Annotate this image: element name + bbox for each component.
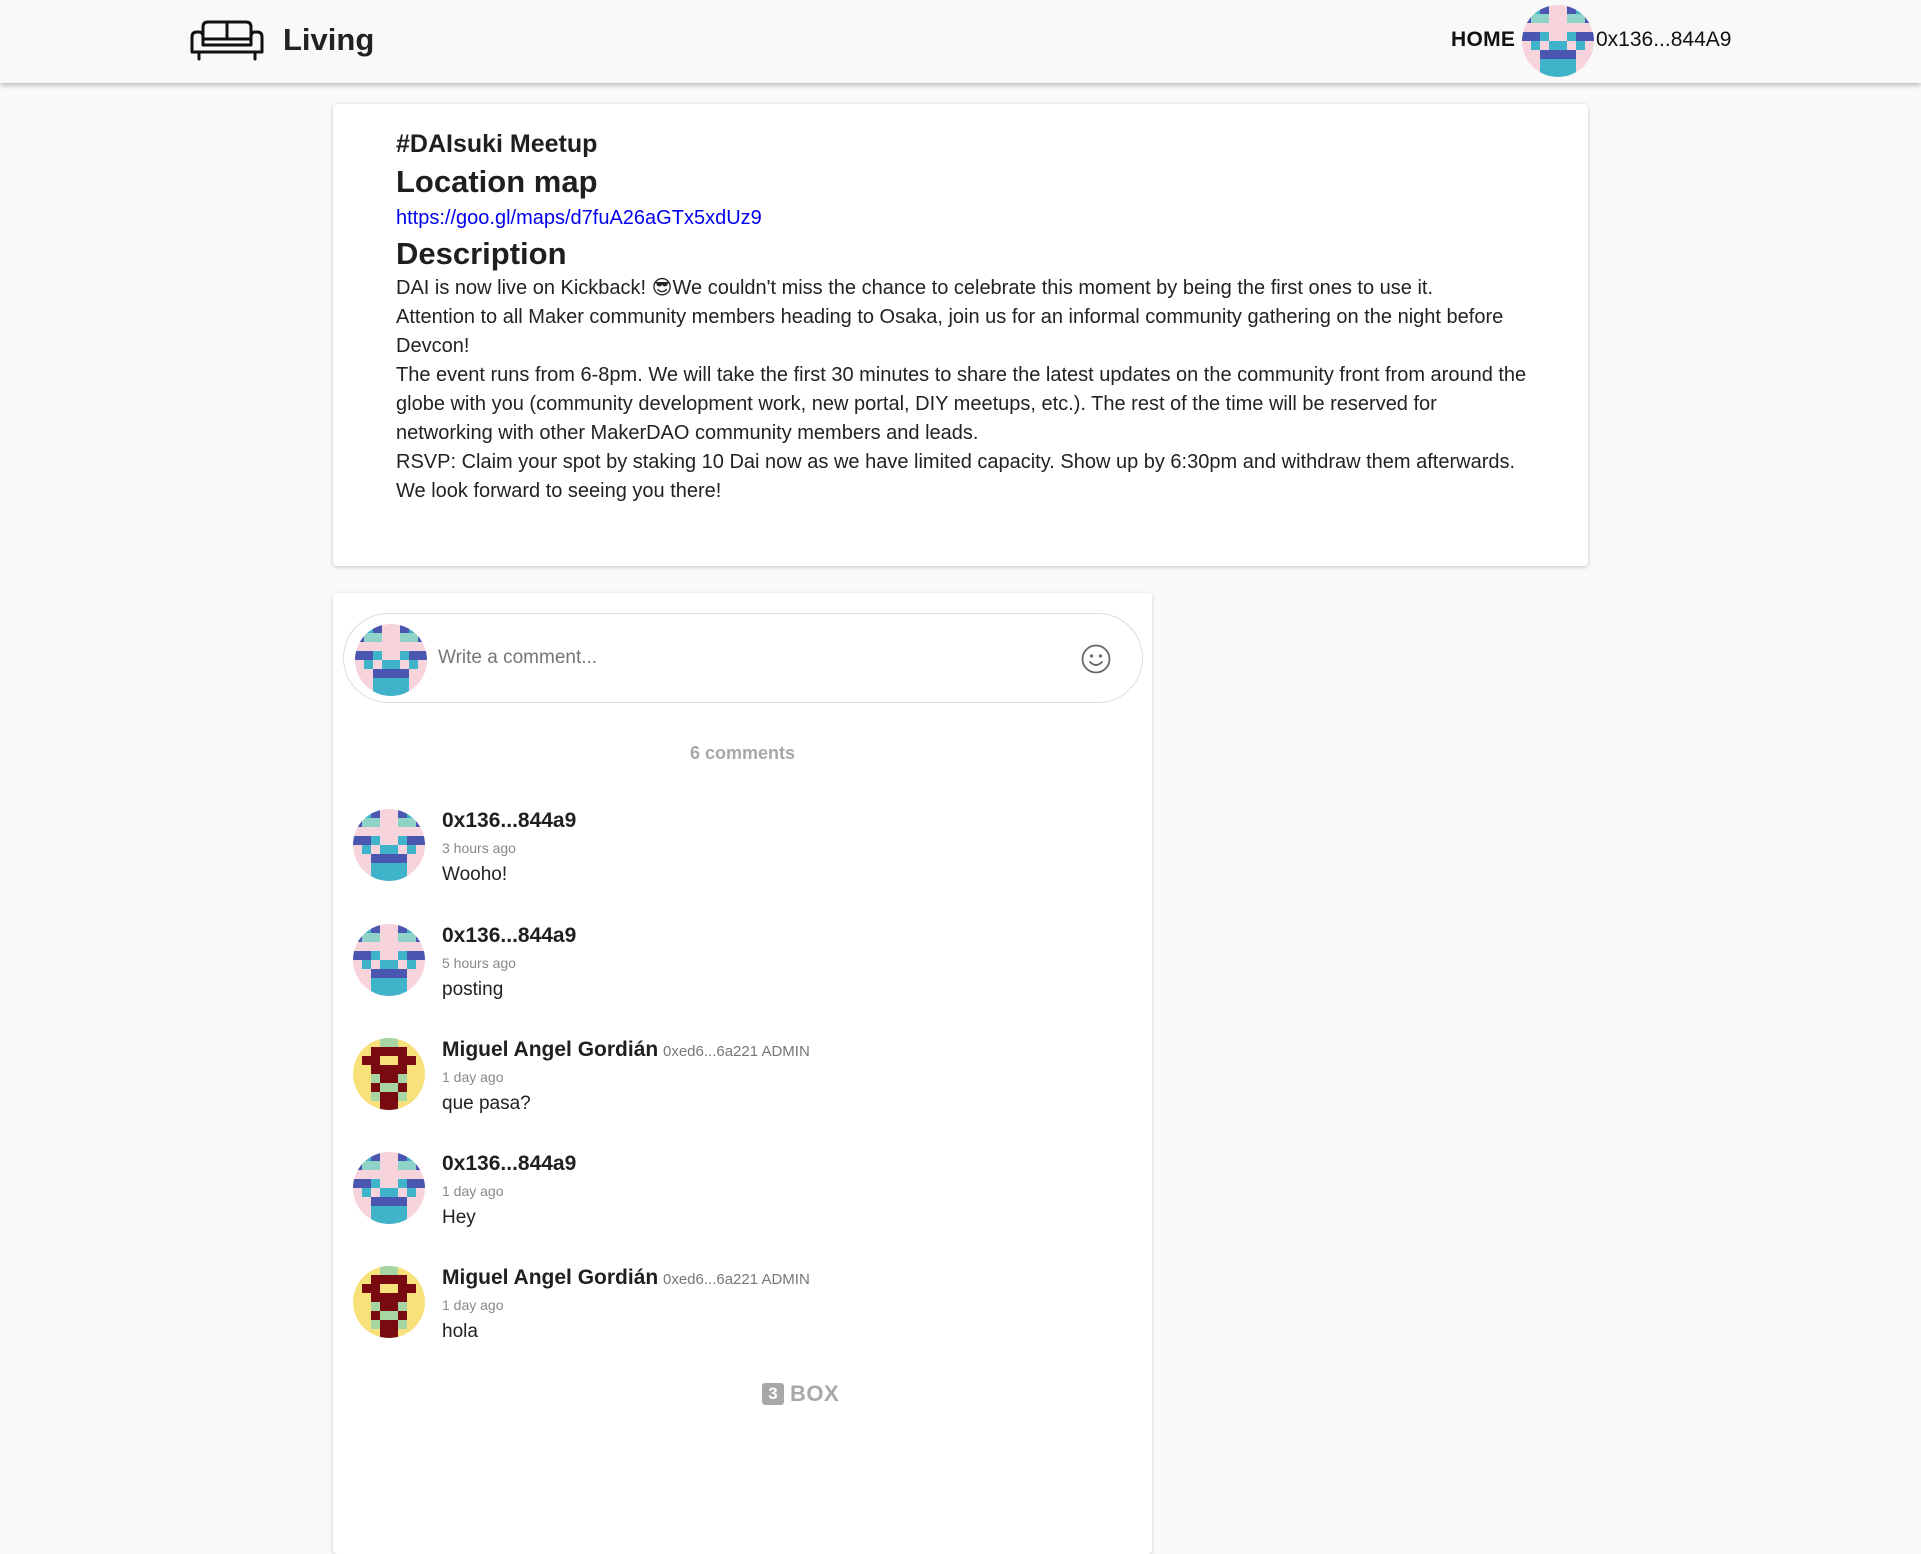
comment-author-avatar[interactable]: [353, 1038, 425, 1110]
user-address[interactable]: 0x136...844A9: [1596, 28, 1731, 52]
comment-item: Miguel Angel Gordián 0xed6...6a221 ADMIN…: [353, 1038, 1133, 1138]
admin-badge: ADMIN: [761, 1271, 810, 1288]
location-map-heading: Location map: [396, 164, 598, 199]
comment-count: 6 comments: [689, 743, 796, 763]
comment-time: 1 day ago: [442, 1297, 504, 1313]
sofa-icon[interactable]: [189, 19, 265, 63]
event-details-card: #DAIsuki Meetup Location map https://goo…: [333, 104, 1588, 566]
comment-author[interactable]: Miguel Angel Gordián: [442, 1038, 658, 1062]
location-map-link[interactable]: https://goo.gl/maps/d7fuA26aGTx5xdUz9: [396, 202, 762, 234]
comment-item: 0x136...844a9 3 hours ago Wooho!: [353, 809, 1133, 909]
event-description: DAI is now live on Kickback! 😎We couldn'…: [396, 274, 1536, 506]
comment-item: 0x136...844a9 1 day ago Hey: [353, 1152, 1133, 1252]
comment-author[interactable]: 0x136...844a9: [442, 924, 576, 948]
comment-author[interactable]: Miguel Angel Gordián: [442, 1266, 658, 1290]
comment-author-address: 0xed6...6a221: [663, 1271, 759, 1288]
comment-item: Miguel Angel Gordián 0xed6...6a221 ADMIN…: [353, 1266, 1133, 1366]
3box-brand-link[interactable]: 3 BOX: [762, 1381, 839, 1407]
comment-input[interactable]: [438, 638, 1038, 678]
comment-composer: [343, 613, 1143, 703]
comment-body: que pasa?: [442, 1093, 531, 1114]
description-heading: Description: [396, 236, 567, 271]
top-app-bar: Living HOME 0x136...844A9: [0, 0, 1921, 83]
comment-author-avatar[interactable]: [353, 924, 425, 996]
comment-author[interactable]: 0x136...844a9: [442, 809, 576, 833]
comment-author-meta: 0xed6...6a221 ADMIN: [663, 1271, 810, 1288]
3box-logo-icon: 3: [762, 1383, 784, 1405]
3box-brand-text: BOX: [790, 1381, 840, 1406]
comment-body: posting: [442, 979, 504, 1000]
comment-body: Hey: [442, 1207, 476, 1228]
comment-body: Wooho!: [442, 864, 508, 885]
comment-time: 1 day ago: [442, 1069, 504, 1085]
description-paragraph: We look forward to seeing you there!: [396, 480, 722, 502]
description-paragraph: RSVP: Claim your spot by staking 10 Dai …: [396, 451, 1516, 473]
event-title: #DAIsuki Meetup: [396, 130, 598, 158]
description-paragraph: DAI is now live on Kickback! 😎We couldn'…: [396, 277, 1434, 299]
comment-time: 5 hours ago: [442, 955, 516, 971]
comment-item: 0x136...844a9 5 hours ago posting: [353, 924, 1133, 1024]
comment-author-address: 0xed6...6a221: [663, 1043, 759, 1060]
description-paragraph: Attention to all Maker community members…: [396, 306, 1504, 357]
description-paragraph: The event runs from 6-8pm. We will take …: [396, 364, 1527, 444]
comment-author-avatar[interactable]: [353, 809, 425, 881]
comment-author-avatar[interactable]: [353, 1266, 425, 1338]
comment-body: hola: [442, 1321, 478, 1342]
user-avatar[interactable]: [1522, 5, 1594, 77]
smiley-icon[interactable]: [1080, 643, 1112, 675]
nav-home-link[interactable]: HOME: [1451, 28, 1515, 52]
comment-time: 3 hours ago: [442, 840, 516, 856]
comment-author[interactable]: 0x136...844a9: [442, 1152, 576, 1176]
comment-time: 1 day ago: [442, 1183, 504, 1199]
comment-author-avatar[interactable]: [353, 1152, 425, 1224]
composer-avatar: [355, 624, 427, 696]
comments-panel: 6 comments 0x136...844a9 3 hours ago Woo…: [333, 593, 1152, 1554]
app-name[interactable]: Living: [283, 22, 374, 58]
comment-author-meta: 0xed6...6a221 ADMIN: [663, 1043, 810, 1060]
admin-badge: ADMIN: [761, 1043, 810, 1060]
